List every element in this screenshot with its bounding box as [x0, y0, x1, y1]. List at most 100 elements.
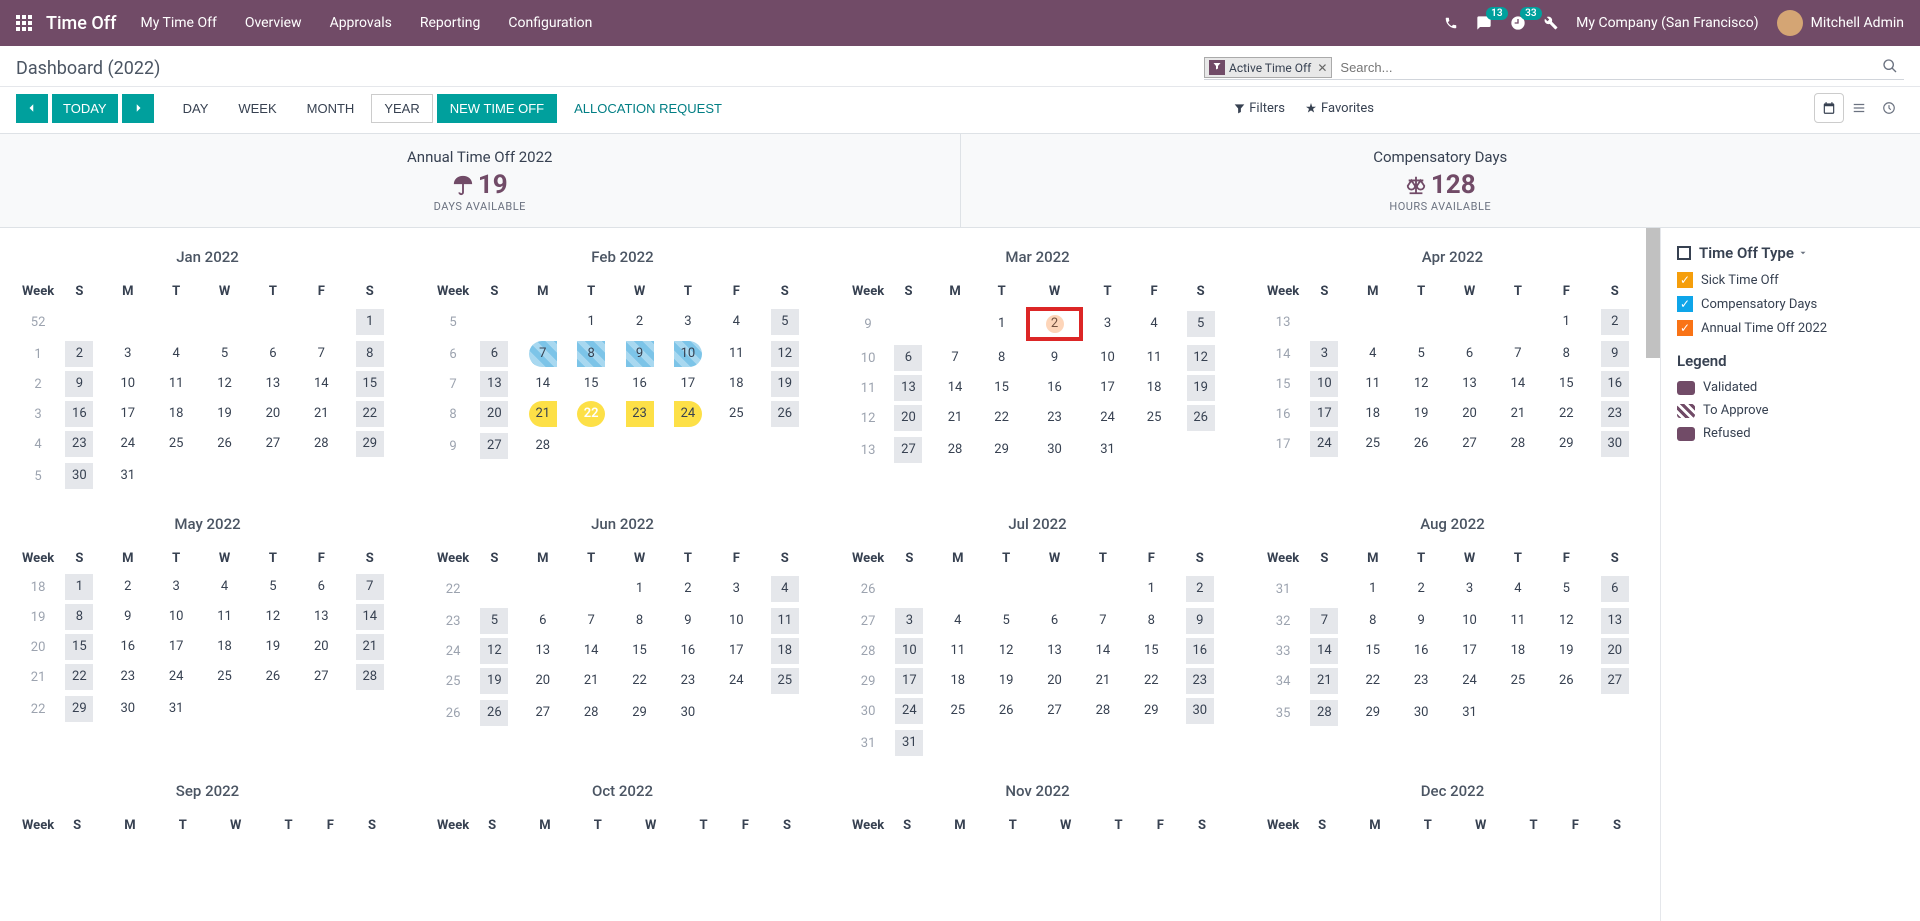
- day-cell[interactable]: 23: [1601, 401, 1629, 427]
- day-cell[interactable]: 17: [1094, 375, 1122, 401]
- day-cell[interactable]: 1: [1359, 576, 1387, 602]
- day-cell[interactable]: 7: [1089, 608, 1117, 634]
- day-cell[interactable]: 1: [1137, 576, 1165, 602]
- day-cell[interactable]: 10: [674, 341, 702, 367]
- day-cell[interactable]: 28: [577, 700, 605, 726]
- type-item[interactable]: ✓Annual Time Off 2022: [1677, 320, 1904, 336]
- day-cell[interactable]: 5: [1552, 576, 1580, 602]
- day-cell[interactable]: 18: [1504, 638, 1532, 664]
- day-cell[interactable]: 11: [1504, 608, 1532, 634]
- search-filter-pill[interactable]: Active Time Off ✕: [1204, 57, 1332, 78]
- day-cell[interactable]: 24: [722, 668, 750, 694]
- summary-annual[interactable]: Annual Time Off 2022 19 DAYS AVAILABLE: [0, 134, 961, 227]
- day-cell[interactable]: 16: [65, 401, 93, 427]
- day-cell[interactable]: 30: [1601, 431, 1629, 457]
- day-cell[interactable]: [259, 307, 287, 333]
- day-cell[interactable]: [771, 431, 799, 457]
- day-cell[interactable]: 21: [941, 405, 969, 431]
- day-cell[interactable]: 26: [259, 664, 287, 690]
- day-cell[interactable]: 28: [941, 437, 969, 463]
- day-cell[interactable]: [356, 694, 384, 720]
- day-cell[interactable]: 23: [65, 431, 93, 457]
- day-cell[interactable]: 14: [529, 371, 557, 397]
- day-cell[interactable]: 10: [895, 638, 923, 664]
- day-cell[interactable]: 28: [1310, 700, 1338, 726]
- day-cell[interactable]: 1: [577, 309, 605, 335]
- day-cell[interactable]: 26: [771, 401, 799, 427]
- day-cell[interactable]: [722, 431, 750, 457]
- day-cell[interactable]: 7: [941, 345, 969, 371]
- day-cell[interactable]: 29: [65, 696, 93, 722]
- day-cell[interactable]: 25: [944, 698, 972, 724]
- day-cell[interactable]: 1: [988, 311, 1016, 337]
- day-cell[interactable]: 17: [162, 634, 190, 660]
- day-cell[interactable]: 10: [722, 608, 750, 634]
- day-cell[interactable]: 13: [1601, 608, 1629, 634]
- day-cell[interactable]: 17: [114, 401, 142, 427]
- day-cell[interactable]: 18: [162, 401, 190, 427]
- day-cell[interactable]: 22: [1137, 668, 1165, 694]
- day-cell[interactable]: 16: [1601, 371, 1629, 397]
- day-cell[interactable]: 23: [626, 401, 654, 427]
- day-cell[interactable]: 20: [480, 401, 508, 427]
- day-cell[interactable]: 9: [1041, 345, 1069, 371]
- day-cell[interactable]: 23: [1186, 668, 1214, 694]
- day-cell[interactable]: 15: [626, 638, 654, 664]
- day-cell[interactable]: 6: [1601, 576, 1629, 602]
- day-cell[interactable]: 25: [1359, 431, 1387, 457]
- day-cell[interactable]: 21: [356, 634, 384, 660]
- day-cell[interactable]: 11: [722, 341, 750, 367]
- day-cell[interactable]: 21: [529, 401, 557, 427]
- day-cell[interactable]: 6: [529, 608, 557, 634]
- day-cell[interactable]: [480, 307, 508, 333]
- day-cell[interactable]: [1187, 435, 1215, 461]
- day-cell[interactable]: 3: [114, 341, 142, 367]
- day-cell[interactable]: 12: [771, 341, 799, 367]
- day-cell[interactable]: 31: [1094, 437, 1122, 463]
- messages-icon[interactable]: 13: [1476, 15, 1492, 31]
- day-cell[interactable]: 13: [1456, 371, 1484, 397]
- day-cell[interactable]: 14: [307, 371, 335, 397]
- day-cell[interactable]: 19: [992, 668, 1020, 694]
- nav-reporting[interactable]: Reporting: [420, 15, 481, 31]
- day-cell[interactable]: 28: [356, 664, 384, 690]
- day-cell[interactable]: 25: [211, 664, 239, 690]
- day-cell[interactable]: 9: [674, 608, 702, 634]
- day-cell[interactable]: 18: [1140, 375, 1168, 401]
- day-cell[interactable]: 24: [1310, 431, 1338, 457]
- day-cell[interactable]: 29: [1137, 698, 1165, 724]
- day-cell[interactable]: 24: [114, 431, 142, 457]
- favorites-dropdown[interactable]: Favorites: [1305, 101, 1374, 116]
- day-cell[interactable]: 25: [771, 668, 799, 694]
- day-cell[interactable]: [1407, 307, 1435, 333]
- day-cell[interactable]: 18: [211, 634, 239, 660]
- day-cell[interactable]: 14: [1089, 638, 1117, 664]
- day-cell[interactable]: 13: [480, 371, 508, 397]
- day-cell[interactable]: 8: [356, 341, 384, 367]
- day-cell[interactable]: [722, 698, 750, 724]
- filters-dropdown[interactable]: Filters: [1234, 101, 1285, 116]
- day-cell[interactable]: [941, 309, 969, 335]
- day-cell[interactable]: 18: [771, 638, 799, 664]
- day-cell[interactable]: 15: [1137, 638, 1165, 664]
- calendar-wrap[interactable]: Jan 2022WeekSMTWTFS521123456782910111213…: [0, 228, 1660, 921]
- scrollbar[interactable]: [1646, 228, 1660, 921]
- day-cell[interactable]: 4: [211, 574, 239, 600]
- day-cell[interactable]: 9: [65, 371, 93, 397]
- day-cell[interactable]: 4: [771, 576, 799, 602]
- day-cell[interactable]: 9: [1601, 341, 1629, 367]
- day-cell[interactable]: 4: [1359, 341, 1387, 367]
- day-cell[interactable]: 18: [944, 668, 972, 694]
- day-cell[interactable]: 24: [162, 664, 190, 690]
- day-cell[interactable]: 4: [944, 608, 972, 634]
- day-cell[interactable]: 29: [1359, 700, 1387, 726]
- day-cell[interactable]: 17: [674, 371, 702, 397]
- today-button[interactable]: TODAY: [52, 94, 118, 123]
- day-cell[interactable]: 12: [211, 371, 239, 397]
- day-cell[interactable]: 12: [1407, 371, 1435, 397]
- day-cell[interactable]: [1140, 435, 1168, 461]
- day-cell[interactable]: 14: [356, 604, 384, 630]
- day-cell[interactable]: 5: [1407, 341, 1435, 367]
- day-cell[interactable]: 8: [577, 341, 605, 367]
- day-cell[interactable]: 17: [1310, 401, 1338, 427]
